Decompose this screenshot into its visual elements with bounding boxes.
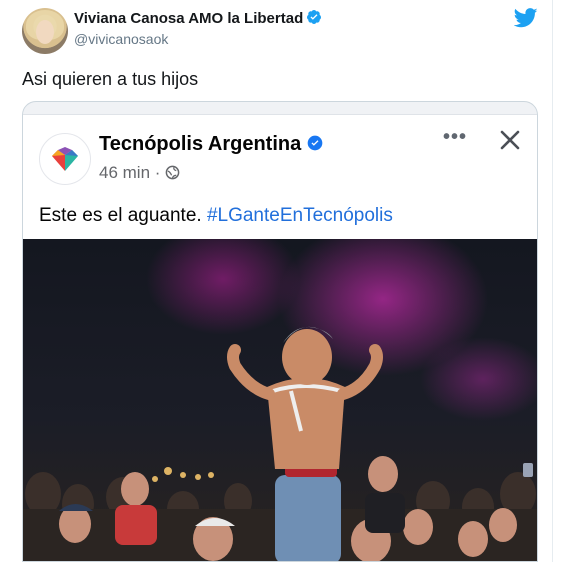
twitter-bird-icon [514, 8, 538, 28]
facebook-post: Tecnópolis Argentina 46 min · ••• Este e… [23, 114, 537, 561]
display-name[interactable]: Viviana Canosa AMO la Libertad [74, 10, 303, 27]
tweet-card: Viviana Canosa AMO la Libertad @vivicano… [0, 0, 553, 562]
avatar[interactable] [22, 8, 68, 54]
more-dots-icon[interactable]: ••• [443, 127, 469, 147]
page-name-row[interactable]: Tecnópolis Argentina [99, 133, 323, 156]
page-name[interactable]: Tecnópolis Argentina [99, 133, 301, 155]
handle[interactable]: @vivicanosaok [74, 31, 168, 47]
post-time[interactable]: 46 min · [99, 163, 165, 182]
post-photo[interactable] [23, 239, 537, 561]
post-text: Este es el aguante. #LGanteEnTecnópolis [39, 205, 393, 227]
tecnopolis-logo[interactable] [39, 133, 91, 185]
display-name-row[interactable]: Viviana Canosa AMO la Libertad [74, 9, 322, 27]
tweet-text: Asi quieren a tus hijos [22, 69, 199, 89]
verified-icon [307, 135, 323, 151]
close-icon[interactable] [499, 129, 521, 151]
hashtag-link[interactable]: #LGanteEnTecnópolis [207, 205, 393, 226]
avatar-face [36, 20, 54, 44]
post-text-body: Este es el aguante. [39, 205, 207, 226]
post-time-row: 46 min · [99, 163, 180, 183]
verified-icon [307, 10, 322, 24]
quoted-screenshot[interactable]: Tecnópolis Argentina 46 min · ••• Este e… [22, 101, 538, 562]
globe-icon [165, 165, 180, 180]
concert-crowd-image [23, 326, 537, 561]
